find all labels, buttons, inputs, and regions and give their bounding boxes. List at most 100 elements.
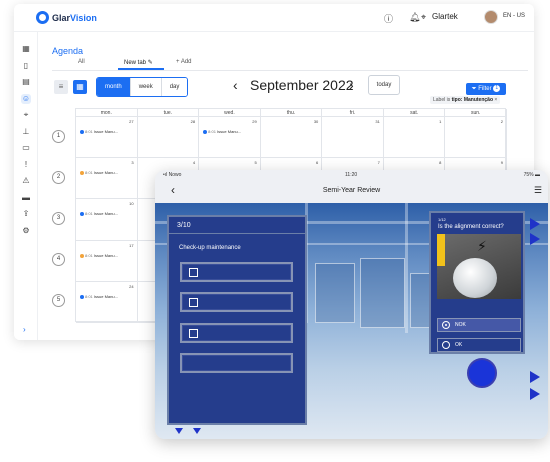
- calendar-day-cell[interactable]: 24 8:01 Issue Manu...: [76, 281, 138, 323]
- calendar-event[interactable]: 8:01 Issue Manu...: [80, 211, 118, 216]
- sidebar-warning-icon[interactable]: ⚠: [21, 176, 31, 186]
- event-label: Issue Manu...: [93, 252, 118, 258]
- checklist-option[interactable]: [180, 262, 293, 282]
- clock: 11:20: [345, 172, 358, 178]
- calendar-day-cell[interactable]: 31: [322, 117, 384, 159]
- answer-nok[interactable]: NOK: [437, 318, 521, 332]
- calendar-day-cell[interactable]: 28: [137, 117, 200, 159]
- day-number: 2: [500, 119, 503, 124]
- sidebar-upload-icon[interactable]: ⇪: [21, 209, 31, 219]
- arrow-down-icon[interactable]: [193, 428, 201, 434]
- avatar[interactable]: [484, 10, 498, 24]
- filter-icon: ⏷: [471, 86, 477, 92]
- view-month-button[interactable]: month: [97, 78, 130, 96]
- calendar-day-cell[interactable]: 29 8:01 Issue Manu...: [199, 117, 261, 159]
- event-label: Issue Manu...: [93, 170, 118, 176]
- language-selector[interactable]: EN - US: [503, 13, 525, 19]
- filter-count-badge: 1: [493, 84, 501, 92]
- calendar-day-cell[interactable]: 10 8:01 Issue Manu...: [76, 199, 138, 241]
- calendar-day-cell[interactable]: 3 8:01 Issue Manu...: [76, 158, 138, 200]
- screen-title: Semi-Year Review: [322, 187, 381, 194]
- checkbox-icon[interactable]: [189, 268, 198, 277]
- today-button[interactable]: today: [368, 75, 400, 95]
- page-title: Agenda: [52, 46, 84, 56]
- calendar-day-cell[interactable]: 2: [445, 117, 507, 159]
- checkbox-icon[interactable]: [189, 298, 198, 307]
- event-time: 8:01: [208, 129, 216, 134]
- question-progress: 1/12: [438, 217, 446, 222]
- tab-add[interactable]: + Add: [176, 59, 192, 65]
- week-number[interactable]: 2: [52, 170, 65, 184]
- answer-ok[interactable]: OK: [437, 338, 521, 352]
- calendar-day-cell[interactable]: 27 8:01 Issue Manu...: [76, 117, 138, 159]
- arrow-down-icon[interactable]: [175, 428, 183, 434]
- arrow-right-icon[interactable]: [530, 388, 540, 400]
- sidebar-face-icon[interactable]: ☺: [21, 93, 31, 104]
- top-bar: GlarVision ⓘ 🔔︎ ⌖ Glartek EN - US: [14, 4, 534, 32]
- list-icon: ≡: [58, 82, 64, 91]
- checklist-option[interactable]: [180, 323, 293, 343]
- event-time: 8:01: [85, 170, 93, 176]
- calendar-event[interactable]: 8:01 Issue Manu...: [80, 170, 118, 175]
- company-name[interactable]: Glartek: [432, 12, 458, 21]
- arrow-right-icon[interactable]: [530, 371, 540, 383]
- radio-icon: [442, 341, 450, 349]
- info-icon[interactable]: ⓘ: [384, 12, 393, 25]
- calendar-event[interactable]: 8:01 Issue Manu...: [203, 129, 241, 134]
- logo-mark-icon: [36, 11, 49, 24]
- hamburger-menu-icon[interactable]: ☰: [534, 185, 542, 196]
- event-label: Issue Manu...: [93, 293, 118, 299]
- day-number: 4: [192, 160, 196, 166]
- calendar-event[interactable]: 8:01 Issue Manu...: [80, 253, 118, 258]
- week-number[interactable]: 3: [52, 212, 65, 225]
- arrow-right-icon[interactable]: [530, 218, 540, 230]
- sidebar-settings-icon[interactable]: ⚙: [21, 226, 31, 236]
- record-button[interactable]: [467, 358, 497, 388]
- inspection-photo: ⚡︎: [437, 234, 521, 299]
- day-number: 24: [129, 283, 134, 289]
- tab-all[interactable]: All: [78, 59, 85, 65]
- sidebar-location-icon[interactable]: ⌖: [21, 110, 31, 120]
- previous-month-button[interactable]: ‹: [233, 77, 238, 93]
- pencil-icon[interactable]: ✎: [148, 60, 153, 66]
- sidebar-clipboard-icon[interactable]: ▤: [21, 77, 31, 87]
- day-header: sun.: [445, 109, 507, 117]
- sidebar-map-icon[interactable]: ▭: [21, 143, 31, 153]
- calendar-view-button[interactable]: ▦: [73, 80, 87, 94]
- calendar-day-cell[interactable]: 30: [260, 117, 323, 159]
- week-number[interactable]: 4: [52, 253, 65, 267]
- sidebar-alert-box-icon[interactable]: !: [21, 160, 31, 170]
- sidebar-card-icon[interactable]: ▬: [21, 193, 31, 203]
- close-icon[interactable]: ×: [494, 97, 497, 103]
- day-number: 9: [500, 160, 503, 166]
- day-header: wed.: [199, 109, 261, 117]
- day-number: 28: [190, 119, 196, 124]
- week-number[interactable]: 1: [52, 129, 65, 143]
- next-month-button[interactable]: ›: [349, 77, 354, 93]
- bell-icon[interactable]: 🔔︎: [409, 12, 420, 23]
- checkbox-icon[interactable]: [189, 329, 198, 338]
- view-week-button[interactable]: week: [129, 78, 161, 96]
- filter-chip[interactable]: Label is tipo: Manutenção ×: [430, 96, 501, 104]
- location-icon: ⌖: [421, 12, 427, 22]
- week-number[interactable]: 5: [52, 294, 65, 308]
- checklist-option[interactable]: [180, 292, 293, 312]
- sidebar-dashboard-icon[interactable]: ▦: [21, 44, 31, 54]
- tab-new[interactable]: New tab ✎: [124, 59, 153, 66]
- arrow-right-icon[interactable]: [530, 233, 540, 245]
- calendar-event[interactable]: 8:01 Issue Manu...: [80, 294, 118, 299]
- chevron-right-icon[interactable]: ›: [23, 325, 26, 334]
- calendar-day-cell[interactable]: 1: [383, 117, 446, 159]
- logo[interactable]: GlarVision: [36, 11, 97, 24]
- sidebar-hierarchy-icon[interactable]: ⊥: [21, 127, 31, 137]
- view-day-button[interactable]: day: [160, 78, 188, 96]
- sidebar: ▦ ▯ ▤ ☺ ⌖ ⊥ ▭! ⚠ ▬ ⇪ ⚙: [14, 32, 38, 340]
- event-dot-icon: [203, 129, 208, 134]
- calendar-event[interactable]: 8:01 Issue Manu...: [80, 129, 118, 134]
- day-header: thu.: [260, 109, 323, 117]
- list-view-button[interactable]: ≡: [54, 80, 68, 94]
- checklist-input[interactable]: [180, 353, 293, 373]
- filter-button[interactable]: ⏷ Filter 1: [466, 83, 506, 95]
- sidebar-document-icon[interactable]: ▯: [21, 61, 31, 71]
- calendar-day-cell[interactable]: 17 8:01 Issue Manu...: [76, 240, 138, 282]
